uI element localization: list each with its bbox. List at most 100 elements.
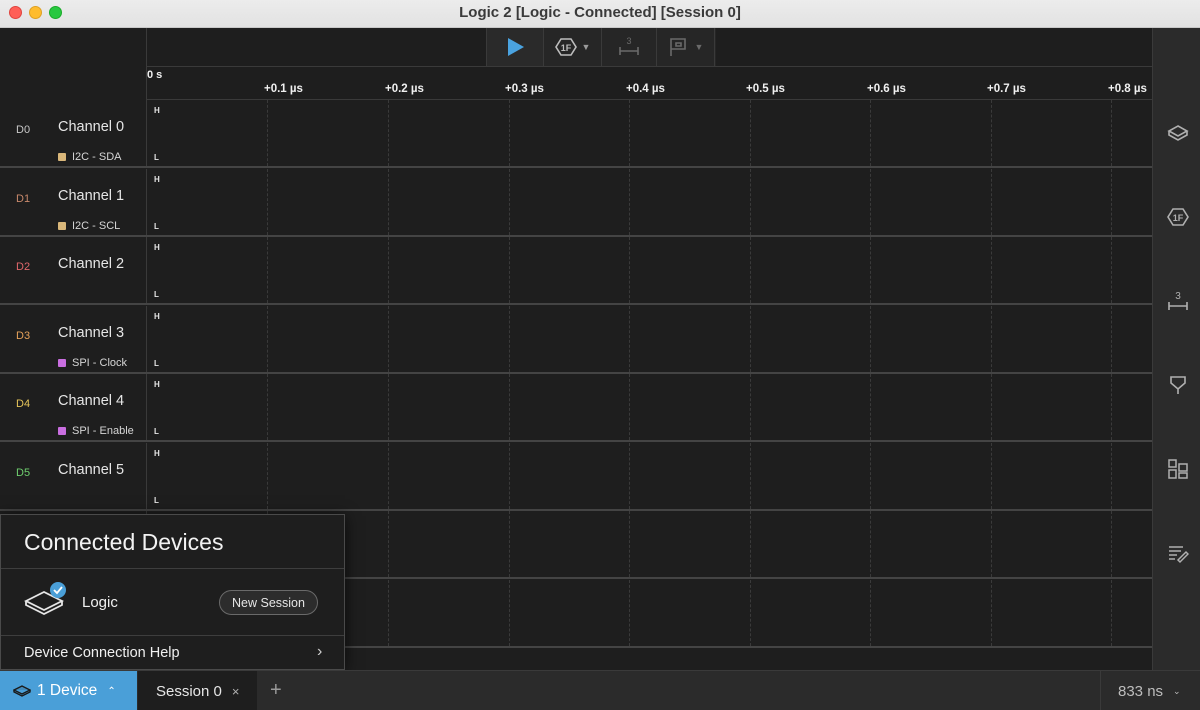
chevron-down-icon: ⌄: [1173, 685, 1181, 696]
grid-line: [629, 168, 630, 235]
marker-icon[interactable]: [1167, 374, 1189, 396]
divider: [1, 568, 344, 569]
channel-name: Channel 2: [58, 256, 125, 272]
grid-line: [870, 168, 871, 235]
measure-icon: 3: [619, 36, 639, 55]
level-low-label: L: [154, 221, 159, 231]
level-low-label: L: [154, 358, 159, 368]
device-menu-button[interactable]: 1 Device ⌃: [0, 671, 137, 710]
grid-line: [870, 374, 871, 440]
new-session-button[interactable]: New Session: [219, 590, 318, 615]
help-link-label: Device Connection Help: [24, 645, 180, 661]
grid-line: [388, 305, 389, 372]
grid-line: [388, 579, 389, 646]
session-tab-label: Session 0: [156, 682, 222, 700]
window-title: Logic 2 [Logic - Connected] [Session 0]: [459, 4, 741, 21]
add-session-button[interactable]: +: [270, 679, 282, 702]
marker-button[interactable]: ▼: [657, 28, 715, 66]
grid-line: [388, 511, 389, 577]
measure-icon-text: 3: [626, 36, 631, 46]
grid-line: [509, 305, 510, 372]
grid-line: [750, 442, 751, 509]
devices-icon[interactable]: [1167, 122, 1189, 144]
grid-line: [870, 237, 871, 303]
grid-line: [991, 168, 992, 235]
grid-line: [629, 579, 630, 646]
grid-line: [750, 237, 751, 303]
channel-label[interactable]: D1 Channel 1 I2C - SCL: [0, 168, 147, 235]
channel-label[interactable]: D4 Channel 4 SPI - Enable: [0, 374, 147, 440]
grid-line: [750, 100, 751, 166]
ruler-tick: +0.8 µs: [1108, 83, 1147, 95]
level-low-label: L: [154, 495, 159, 505]
ruler-tick: +0.3 µs: [505, 83, 544, 95]
play-icon: [508, 38, 524, 56]
channel-name: Channel 5: [58, 461, 125, 478]
popup-title: Connected Devices: [24, 529, 224, 555]
ruler-start-label: 0 s: [147, 69, 163, 81]
channel-label[interactable]: D2 Channel 2: [0, 237, 147, 303]
grid-line: [509, 374, 510, 440]
chevron-down-icon: ▼: [694, 42, 704, 52]
grid-line: [1111, 237, 1112, 303]
time-ruler: 0 s +0.1 µs +0.2 µs +0.3 µs +0.4 µs +0.5…: [147, 66, 1152, 100]
device-connection-help-link[interactable]: Device Connection Help ›: [1, 636, 344, 670]
close-icon[interactable]: ×: [232, 684, 240, 699]
grid-line: [388, 237, 389, 303]
grid-line: [1111, 442, 1112, 509]
protocol-color-swatch: [58, 221, 66, 230]
channel-row: D1 Channel 1 I2C - SCL H L: [0, 168, 1152, 237]
grid-line: [1111, 579, 1112, 646]
channel-label[interactable]: D5 Channel 5: [0, 442, 147, 509]
grid-line: [629, 511, 630, 577]
trigger-icon-text: 1F: [560, 43, 571, 53]
channel-label[interactable]: D0 Channel 0 I2C - SDA: [0, 100, 147, 166]
channel-row: D2 Channel 2 H L: [0, 237, 1152, 305]
protocol-tag: I2C - SDA: [58, 151, 122, 163]
grid-line: [267, 374, 268, 440]
grid-line: [629, 237, 630, 303]
grid-line: [1111, 305, 1112, 372]
protocol-label: I2C - SCL: [72, 219, 121, 232]
session-tab[interactable]: Session 0 ×: [138, 671, 257, 710]
device-icon: [13, 685, 31, 697]
trigger-button[interactable]: 1F ▼: [544, 28, 602, 66]
ruler-tick: +0.4 µs: [626, 83, 665, 95]
ruler-tick: +0.2 µs: [385, 83, 424, 95]
grid-line: [750, 511, 751, 577]
channel-name: Channel 3: [58, 324, 125, 341]
channel-row: D5 Channel 5 H L: [0, 442, 1152, 511]
start-capture-button[interactable]: [487, 28, 544, 66]
grid-line: [629, 100, 630, 166]
notes-icon[interactable]: [1167, 542, 1189, 564]
trigger-icon[interactable]: 1F: [1167, 206, 1189, 228]
grid-line: [991, 511, 992, 577]
grid-line: [870, 511, 871, 577]
channel-label[interactable]: D3 Channel 3 SPI - Clock: [0, 305, 147, 372]
chevron-down-icon: ▼: [581, 42, 591, 52]
grid-line: [991, 579, 992, 646]
grid-line: [750, 579, 751, 646]
grid-line: [509, 511, 510, 577]
marker-flag-icon: [669, 38, 686, 56]
zoom-selector[interactable]: 833 ns ⌄: [1100, 671, 1200, 710]
ruler-tick: +0.7 µs: [987, 83, 1026, 95]
grid-line: [870, 579, 871, 646]
grid-line: [870, 305, 871, 372]
grid-line: [991, 374, 992, 440]
grid-line: [1111, 168, 1112, 235]
level-low-label: L: [154, 153, 159, 162]
device-name: Logic: [82, 594, 118, 611]
measurements-icon[interactable]: 3: [1167, 290, 1189, 312]
grid-line: [991, 100, 992, 166]
channel-id: D0: [16, 124, 31, 136]
grid-line: [629, 374, 630, 440]
protocol-label: SPI - Clock: [72, 356, 128, 369]
title-bar: Logic 2 [Logic - Connected] [Session 0]: [0, 0, 1200, 28]
capture-toolbar: 1F ▼ 3 ▼: [486, 28, 716, 66]
measure-button[interactable]: 3: [602, 28, 657, 66]
extensions-icon[interactable]: [1167, 458, 1189, 480]
grid-line: [267, 442, 268, 509]
grid-line: [267, 168, 268, 235]
grid-line: [267, 237, 268, 303]
